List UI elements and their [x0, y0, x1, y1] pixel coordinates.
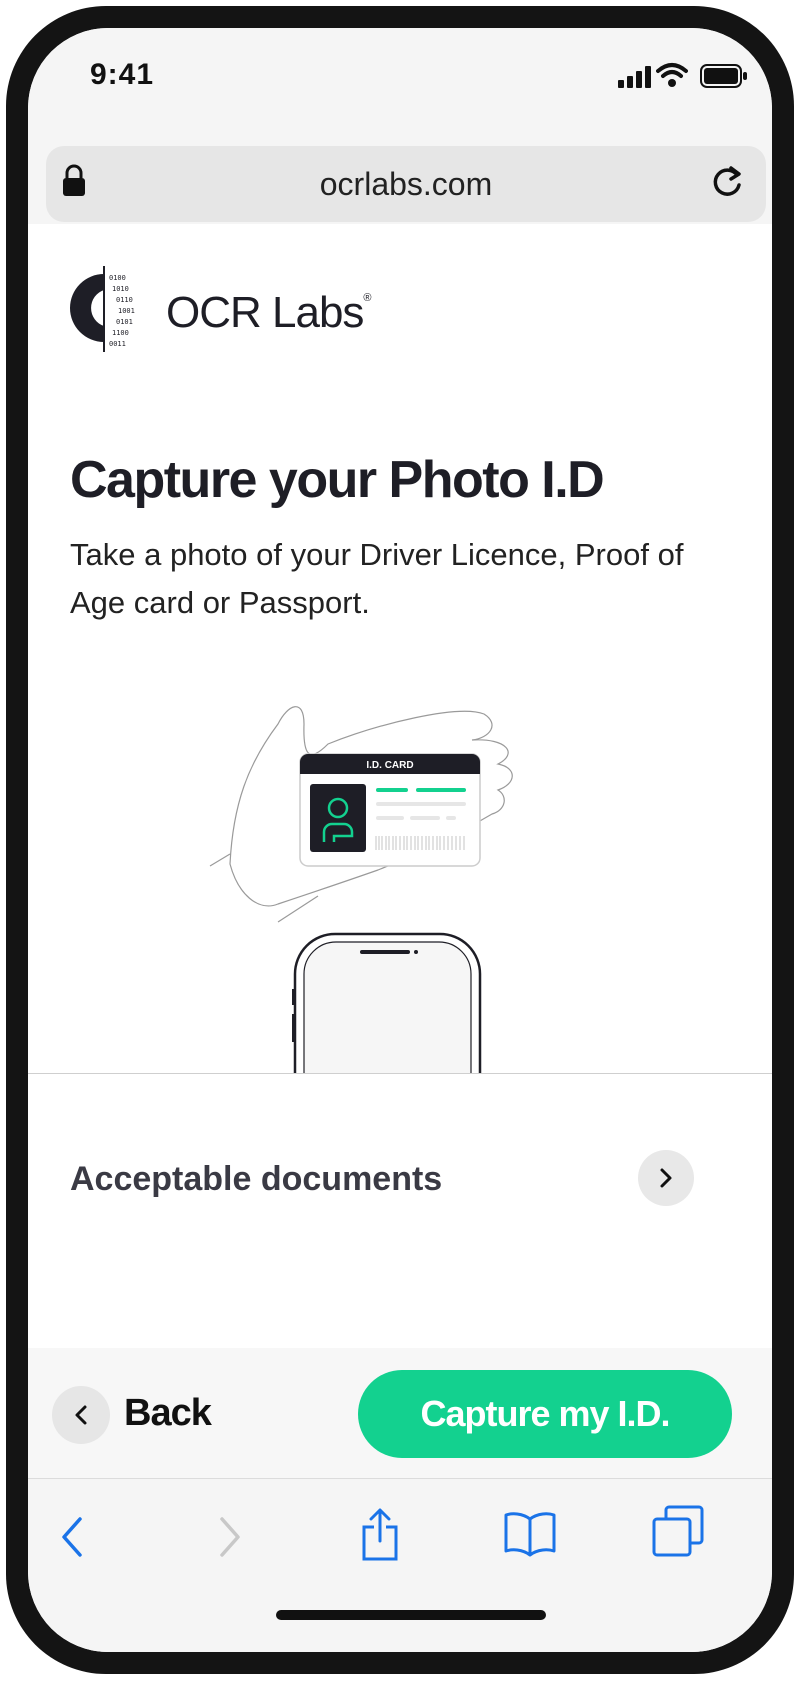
bottom-action-bar: Back Capture my I.D.: [28, 1348, 772, 1478]
phone-screen: 9:41 ocrlabs.com 0100 1010 0110 1001 010…: [28, 28, 772, 1652]
capture-id-button[interactable]: Capture my I.D.: [358, 1370, 732, 1458]
bookmarks-icon[interactable]: [504, 1509, 556, 1557]
address-bar[interactable]: ocrlabs.com: [46, 146, 766, 222]
ocr-labs-logo: 0100 1010 0110 1001 0101 1100 0011: [70, 266, 135, 352]
status-bar: 9:41: [28, 28, 772, 118]
svg-text:0110: 0110: [116, 296, 133, 304]
acceptable-documents-button[interactable]: [638, 1150, 694, 1206]
browser-toolbar: [28, 1478, 772, 1652]
acceptable-documents-label: Acceptable documents: [70, 1160, 443, 1198]
svg-text:0101: 0101: [116, 318, 133, 326]
browser-chrome: ocrlabs.com: [28, 118, 772, 224]
back-button[interactable]: [52, 1386, 110, 1444]
brand-name: OCR Labs®: [166, 288, 372, 337]
chevron-right-icon: [660, 1168, 672, 1188]
url-text: ocrlabs.com: [319, 166, 493, 202]
wifi-icon: [656, 63, 688, 87]
section-divider: [28, 1073, 772, 1074]
browser-forward-icon[interactable]: [214, 1515, 244, 1559]
svg-text:1001: 1001: [118, 307, 135, 315]
home-indicator: [276, 1610, 546, 1620]
reload-icon[interactable]: [710, 164, 744, 200]
browser-back-icon[interactable]: [58, 1515, 88, 1559]
svg-text:0011: 0011: [109, 340, 126, 348]
id-capture-illustration: I.D. CARD: [209, 706, 513, 1073]
page-title: Capture your Photo I.D: [70, 451, 605, 509]
acceptable-documents-row[interactable]: Acceptable documents: [28, 1148, 772, 1228]
cellular-signal-icon: [618, 66, 651, 88]
svg-text:1010: 1010: [112, 285, 129, 293]
back-label[interactable]: Back: [124, 1392, 212, 1435]
phone-frame: 9:41 ocrlabs.com 0100 1010 0110 1001 010…: [6, 6, 794, 1674]
share-icon[interactable]: [360, 1507, 400, 1561]
svg-text:0100: 0100: [109, 274, 126, 282]
card-label: I.D. CARD: [366, 760, 413, 771]
chevron-left-icon: [75, 1405, 87, 1425]
battery-icon: [700, 64, 747, 88]
status-time: 9:41: [90, 58, 155, 91]
page-description: Take a photo of your Driver Licence, Pro…: [70, 537, 684, 620]
svg-text:1100: 1100: [112, 329, 129, 337]
tabs-icon[interactable]: [652, 1505, 704, 1557]
